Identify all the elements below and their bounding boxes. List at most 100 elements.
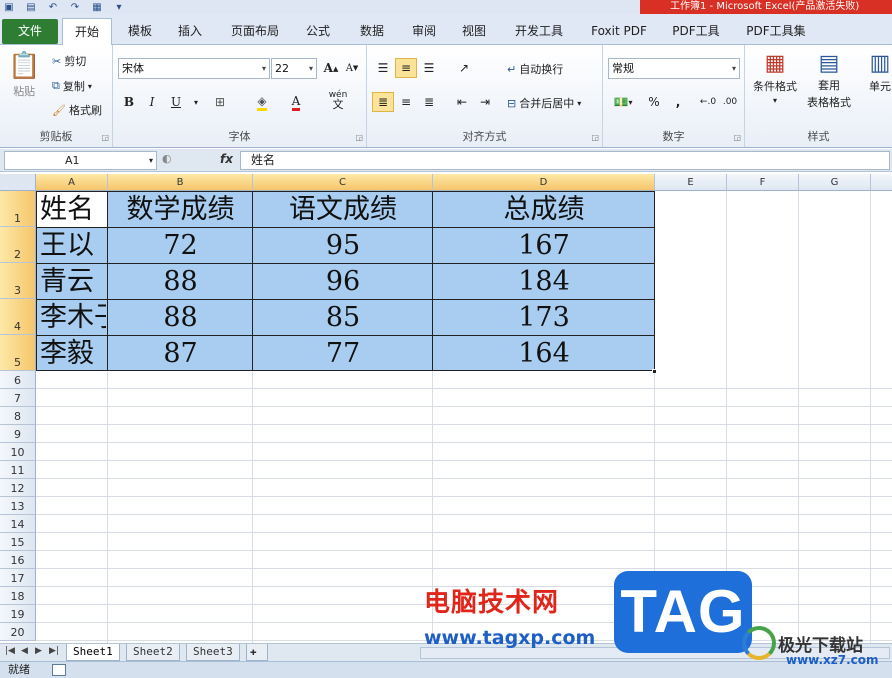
- accounting-format-button[interactable]: 💵 ▾: [608, 92, 638, 112]
- column-header-e[interactable]: E: [655, 174, 727, 191]
- cell-c5[interactable]: 77: [253, 336, 433, 372]
- cell-b1[interactable]: 数学成绩: [108, 192, 253, 228]
- font-size-combo[interactable]: 22 ▾: [271, 58, 317, 79]
- cell-d3[interactable]: 184: [433, 264, 655, 300]
- tab-file[interactable]: 文件: [2, 19, 58, 44]
- conditional-format-button[interactable]: ▦ 条件格式 ▾: [753, 51, 797, 105]
- redo-icon[interactable]: ↷: [68, 1, 82, 13]
- align-middle-button[interactable]: ≡: [395, 58, 417, 78]
- tab-data[interactable]: 数据: [350, 18, 394, 45]
- row-header-14[interactable]: 14: [0, 515, 36, 533]
- column-header-d[interactable]: D: [433, 174, 655, 191]
- align-center-button[interactable]: ≡: [395, 92, 417, 112]
- row-header-17[interactable]: 17: [0, 569, 36, 587]
- save-icon[interactable]: ▤: [24, 1, 38, 13]
- cell-d1[interactable]: 总成绩: [433, 192, 655, 228]
- row-header-16[interactable]: 16: [0, 551, 36, 569]
- cell-a3[interactable]: 青云: [40, 264, 106, 300]
- row-header-7[interactable]: 7: [0, 389, 36, 407]
- row-header-1[interactable]: 1: [0, 191, 36, 227]
- row-header-4[interactable]: 4: [0, 299, 36, 335]
- tab-view[interactable]: 视图: [452, 18, 496, 45]
- cell-b5[interactable]: 87: [108, 336, 253, 372]
- number-format-combo[interactable]: 常规 ▾: [608, 58, 740, 79]
- align-top-button[interactable]: ☰: [372, 58, 394, 78]
- formula-input[interactable]: 姓名: [240, 151, 890, 170]
- cell-a2[interactable]: 王以: [40, 228, 106, 264]
- phonetic-button[interactable]: wén 文: [327, 90, 349, 111]
- formula-bar-resize-icon[interactable]: ◐: [162, 152, 172, 165]
- tab-pdf-tools[interactable]: PDF工具: [664, 18, 728, 45]
- tab-templates[interactable]: 模板: [116, 18, 164, 45]
- cell-styles-button[interactable]: ▥ 单元: [869, 51, 891, 94]
- cell-c3[interactable]: 96: [253, 264, 433, 300]
- cell-b2[interactable]: 72: [108, 228, 253, 264]
- row-header-5[interactable]: 5: [0, 335, 36, 371]
- column-header-b[interactable]: B: [108, 174, 253, 191]
- grow-font-button[interactable]: A ▲: [320, 58, 342, 78]
- merge-center-button[interactable]: ⊟ 合并后居中 ▾: [507, 95, 581, 111]
- qat-extra-icon[interactable]: ▦: [90, 1, 104, 13]
- row-header-9[interactable]: 9: [0, 425, 36, 443]
- tab-pdf-toolset[interactable]: PDF工具集: [738, 18, 814, 45]
- tab-formulas[interactable]: 公式: [296, 18, 340, 45]
- font-launcher-icon[interactable]: ◲: [355, 133, 363, 142]
- cell-d4[interactable]: 173: [433, 300, 655, 336]
- column-header-h[interactable]: [871, 174, 892, 191]
- number-launcher-icon[interactable]: ◲: [733, 133, 741, 142]
- sheet-tab-2[interactable]: Sheet2: [126, 644, 180, 661]
- insert-function-icon[interactable]: fx: [220, 152, 233, 166]
- last-sheet-icon[interactable]: ▶|: [49, 646, 59, 656]
- tab-foxit-pdf[interactable]: Foxit PDF: [582, 18, 656, 45]
- insert-sheet-button[interactable]: ✚: [246, 644, 268, 661]
- column-header-f[interactable]: F: [727, 174, 799, 191]
- row-header-18[interactable]: 18: [0, 587, 36, 605]
- percent-button[interactable]: %: [643, 92, 665, 112]
- row-header-10[interactable]: 10: [0, 443, 36, 461]
- cell-b3[interactable]: 88: [108, 264, 253, 300]
- worksheet-grid[interactable]: A B C D E F G 1 2 3 4 5 6 7 8 9 10 11 12…: [0, 174, 892, 643]
- tab-insert[interactable]: 插入: [168, 18, 212, 45]
- tab-home[interactable]: 开始: [62, 18, 112, 46]
- row-header-3[interactable]: 3: [0, 263, 36, 299]
- prev-sheet-icon[interactable]: ◀: [21, 646, 28, 656]
- font-color-button[interactable]: A: [285, 92, 307, 112]
- row-header-6[interactable]: 6: [0, 371, 36, 389]
- format-as-table-button[interactable]: ▤ 套用 表格格式: [807, 51, 851, 110]
- row-header-13[interactable]: 13: [0, 497, 36, 515]
- font-name-combo[interactable]: 宋体 ▾: [118, 58, 270, 79]
- column-header-c[interactable]: C: [253, 174, 433, 191]
- first-sheet-icon[interactable]: |◀: [5, 646, 15, 656]
- qat-customize-icon[interactable]: ▾: [112, 1, 126, 13]
- comma-button[interactable]: ,: [667, 92, 689, 112]
- name-box[interactable]: A1 ▾: [4, 151, 157, 170]
- clipboard-launcher-icon[interactable]: ◲: [101, 133, 109, 142]
- row-header-12[interactable]: 12: [0, 479, 36, 497]
- align-bottom-button[interactable]: ☰: [418, 58, 440, 78]
- row-header-15[interactable]: 15: [0, 533, 36, 551]
- row-header-11[interactable]: 11: [0, 461, 36, 479]
- increase-decimal-button[interactable]: ←.0: [697, 92, 719, 112]
- cell-d2[interactable]: 167: [433, 228, 655, 264]
- italic-button[interactable]: I: [141, 92, 163, 112]
- align-right-button[interactable]: ≣: [418, 92, 440, 112]
- column-header-a[interactable]: A: [36, 174, 108, 191]
- excel-app-icon[interactable]: ▣: [2, 1, 16, 13]
- cell-a4[interactable]: 李木子: [40, 300, 106, 336]
- align-left-button[interactable]: ≣: [372, 92, 394, 112]
- cell-a5[interactable]: 李毅: [40, 336, 106, 372]
- macro-record-icon[interactable]: [52, 664, 66, 676]
- alignment-launcher-icon[interactable]: ◲: [591, 133, 599, 142]
- cell-c2[interactable]: 95: [253, 228, 433, 264]
- select-all-corner[interactable]: [0, 174, 36, 191]
- row-header-8[interactable]: 8: [0, 407, 36, 425]
- sheet-tab-1[interactable]: Sheet1: [66, 644, 120, 661]
- underline-button[interactable]: U: [165, 92, 187, 112]
- shrink-font-button[interactable]: A ▼: [341, 58, 363, 78]
- wrap-text-button[interactable]: ↵ 自动换行: [507, 61, 563, 77]
- border-button[interactable]: ⊞: [209, 92, 231, 112]
- cell-c4[interactable]: 85: [253, 300, 433, 336]
- tab-developer[interactable]: 开发工具: [506, 18, 572, 45]
- row-header-2[interactable]: 2: [0, 227, 36, 263]
- format-painter-button[interactable]: 🖌 格式刷: [52, 102, 102, 118]
